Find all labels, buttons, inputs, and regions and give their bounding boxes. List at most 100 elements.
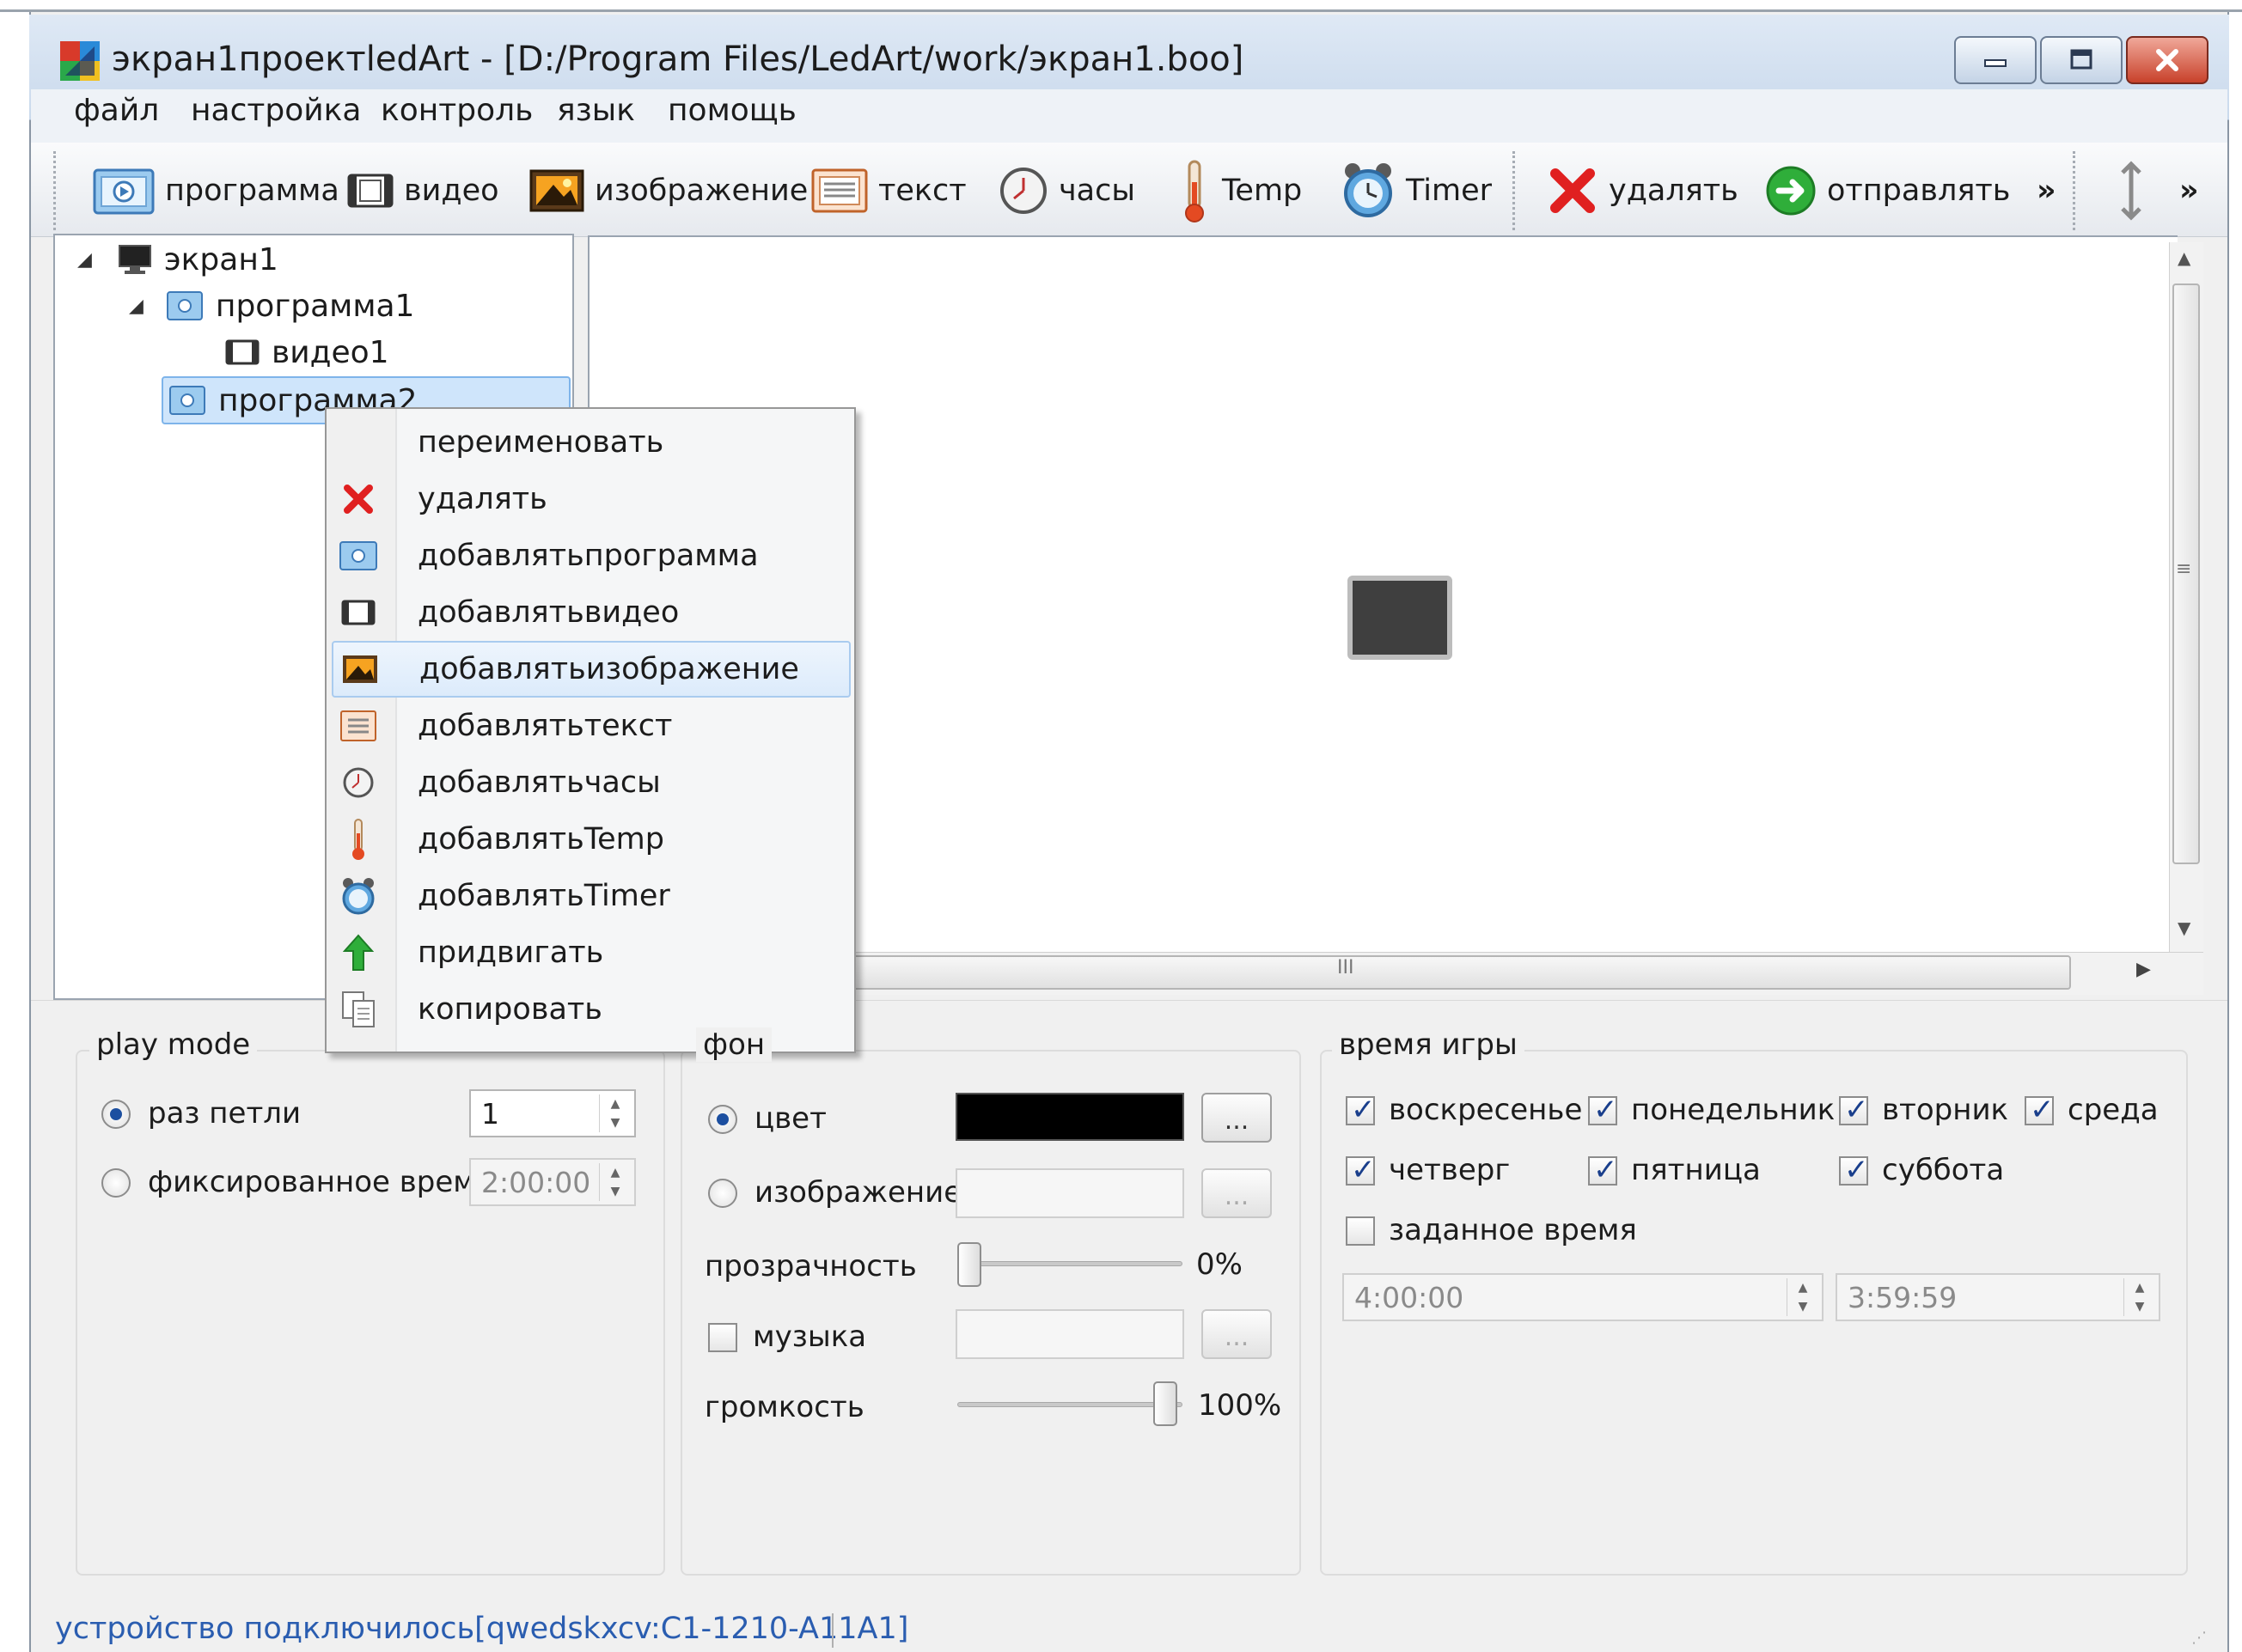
spin-arrows-icon[interactable]: ▲ ▼ [599, 1163, 631, 1201]
music-checkbox[interactable] [708, 1323, 737, 1352]
expand-arrow-icon[interactable]: ◢ [77, 249, 92, 271]
sunday-checkbox[interactable] [1346, 1093, 1376, 1127]
menu-settings[interactable]: настройка [191, 93, 361, 128]
image-icon [343, 655, 377, 683]
end-time-spinbox[interactable]: 3:59:59 ▲ ▼ [1836, 1273, 2160, 1321]
saturday-checkbox[interactable] [1839, 1153, 1869, 1187]
start-time-value: 4:00:00 [1354, 1280, 1464, 1314]
spin-arrows-icon[interactable]: ▲ ▼ [1787, 1278, 1818, 1316]
toolbar-program-button[interactable]: программа [93, 155, 339, 227]
ctx-add-program[interactable]: добавлятьпрограмма [332, 527, 851, 584]
toolbar-timer-label: Timer [1406, 174, 1493, 208]
alarm-clock-icon [342, 878, 375, 915]
scroll-down-arrow-icon[interactable]: ▼ [2178, 917, 2190, 938]
scheduled-time-label: заданное время [1389, 1213, 1637, 1247]
tree-node-screen[interactable]: ◢ экран1 [77, 237, 278, 282]
color-radio[interactable] [708, 1105, 737, 1134]
menu-control[interactable]: контроль [381, 93, 533, 128]
spin-arrows-icon[interactable]: ▲ ▼ [2123, 1278, 2155, 1316]
start-time-spinbox[interactable]: 4:00:00 ▲ ▼ [1342, 1273, 1824, 1321]
fixed-time-radio[interactable] [101, 1168, 131, 1198]
toolbar-separator [1512, 151, 1515, 230]
toolbar-overflow-button-2[interactable]: » [2179, 155, 2199, 227]
volume-slider-thumb[interactable] [1153, 1381, 1177, 1426]
fixed-time-spinbox[interactable]: 2:00:00 ▲ ▼ [469, 1158, 636, 1206]
loop-radio[interactable] [101, 1100, 131, 1129]
status-separator [832, 1613, 834, 1648]
ctx-move-up[interactable]: придвигать [332, 924, 851, 981]
ctx-add-temp-label: добавлятьTemp [418, 822, 664, 856]
ctx-add-text[interactable]: добавлятьтекст [332, 698, 851, 754]
screen-preview-widget[interactable] [1347, 576, 1452, 660]
toolbar-move-button[interactable] [2116, 155, 2157, 227]
text-icon [811, 168, 868, 213]
toolbar-temp-button[interactable]: Temp [1177, 155, 1302, 227]
toolbar-video-label: видео [404, 174, 499, 208]
delete-icon [344, 485, 373, 514]
tree-node-program1[interactable]: ◢ программа1 [129, 283, 414, 328]
ctx-add-clock[interactable]: добавлятьчасы [332, 754, 851, 811]
ctx-move-up-label: придвигать [418, 936, 604, 970]
loop-count-value: 1 [481, 1096, 499, 1131]
thermometer-icon [352, 819, 364, 860]
opacity-label: прозрачность [705, 1249, 917, 1283]
menu-file[interactable]: файл [74, 93, 159, 128]
music-label: музыка [753, 1320, 867, 1354]
close-button[interactable] [2126, 36, 2208, 84]
monday-label: понедельник [1631, 1093, 1836, 1127]
expand-arrow-icon[interactable]: ◢ [129, 296, 144, 317]
horizontal-scroll-thumb[interactable] [834, 955, 2071, 990]
minimize-button[interactable] [1954, 36, 2037, 84]
image-radio[interactable] [708, 1179, 737, 1208]
color-swatch[interactable] [956, 1093, 1184, 1141]
wednesday-checkbox[interactable] [2025, 1093, 2055, 1127]
opacity-slider-track[interactable] [957, 1261, 1182, 1266]
toolbar-video-button[interactable]: видео [347, 155, 499, 227]
music-path-field[interactable] [956, 1309, 1184, 1359]
volume-slider-track[interactable] [957, 1402, 1182, 1407]
toolbar-send-button[interactable]: отправлять [1765, 155, 2010, 227]
scroll-up-arrow-icon[interactable]: ▲ [2178, 247, 2190, 268]
ctx-add-video[interactable]: добавлятьвидео [332, 584, 851, 641]
maximize-button[interactable] [2040, 36, 2123, 84]
tuesday-checkbox[interactable] [1839, 1093, 1869, 1127]
toolbar-delete-button[interactable]: удалять [1547, 155, 1738, 227]
music-browse-button[interactable]: ... [1201, 1309, 1272, 1359]
menu-language[interactable]: язык [557, 93, 635, 128]
delete-icon [1550, 168, 1595, 213]
ctx-add-temp[interactable]: добавлятьTemp [332, 811, 851, 868]
spin-arrows-icon[interactable]: ▲ ▼ [599, 1094, 631, 1132]
ctx-delete[interactable]: удалять [332, 471, 851, 527]
resize-grip-icon[interactable]: ⋰ [2191, 1629, 2207, 1647]
toolbar-overflow-button[interactable]: » [2037, 155, 2056, 227]
opacity-slider-thumb[interactable] [957, 1242, 981, 1287]
toolbar-image-button[interactable]: изображение [529, 155, 808, 227]
tree-node-video1[interactable]: видео1 [225, 330, 389, 375]
wednesday-label: среда [2068, 1093, 2159, 1127]
ctx-add-image[interactable]: добавлятьизображение [332, 641, 851, 698]
thursday-checkbox[interactable] [1346, 1153, 1376, 1187]
monday-checkbox[interactable] [1588, 1093, 1618, 1127]
color-browse-button[interactable]: ... [1201, 1093, 1272, 1143]
minimize-icon [1984, 59, 2007, 67]
program-icon [339, 541, 377, 570]
image-browse-button[interactable]: ... [1201, 1168, 1272, 1218]
scheduled-time-checkbox[interactable] [1346, 1216, 1375, 1246]
toolbar-timer-button[interactable]: Timer [1341, 155, 1492, 227]
scroll-right-arrow-icon[interactable]: ▶ [2136, 959, 2151, 980]
opacity-value: 0% [1196, 1247, 1243, 1282]
clock-icon [343, 767, 374, 798]
image-path-field[interactable] [956, 1168, 1184, 1218]
toolbar-text-button[interactable]: текст [811, 155, 967, 227]
ctx-copy[interactable]: копировать [332, 981, 851, 1038]
toolbar-grip [53, 151, 56, 230]
toolbar-clock-button[interactable]: часы [999, 155, 1135, 227]
menu-help[interactable]: помощь [668, 93, 797, 128]
color-label: цвет [754, 1101, 827, 1136]
loop-count-spinbox[interactable]: 1 ▲ ▼ [469, 1089, 636, 1137]
ctx-add-timer[interactable]: добавлятьTimer [332, 868, 851, 924]
friday-checkbox[interactable] [1588, 1153, 1618, 1187]
ctx-rename[interactable]: переименовать [332, 414, 851, 471]
toolbar-send-label: отправлять [1827, 174, 2011, 208]
loop-label: раз петли [148, 1096, 302, 1131]
